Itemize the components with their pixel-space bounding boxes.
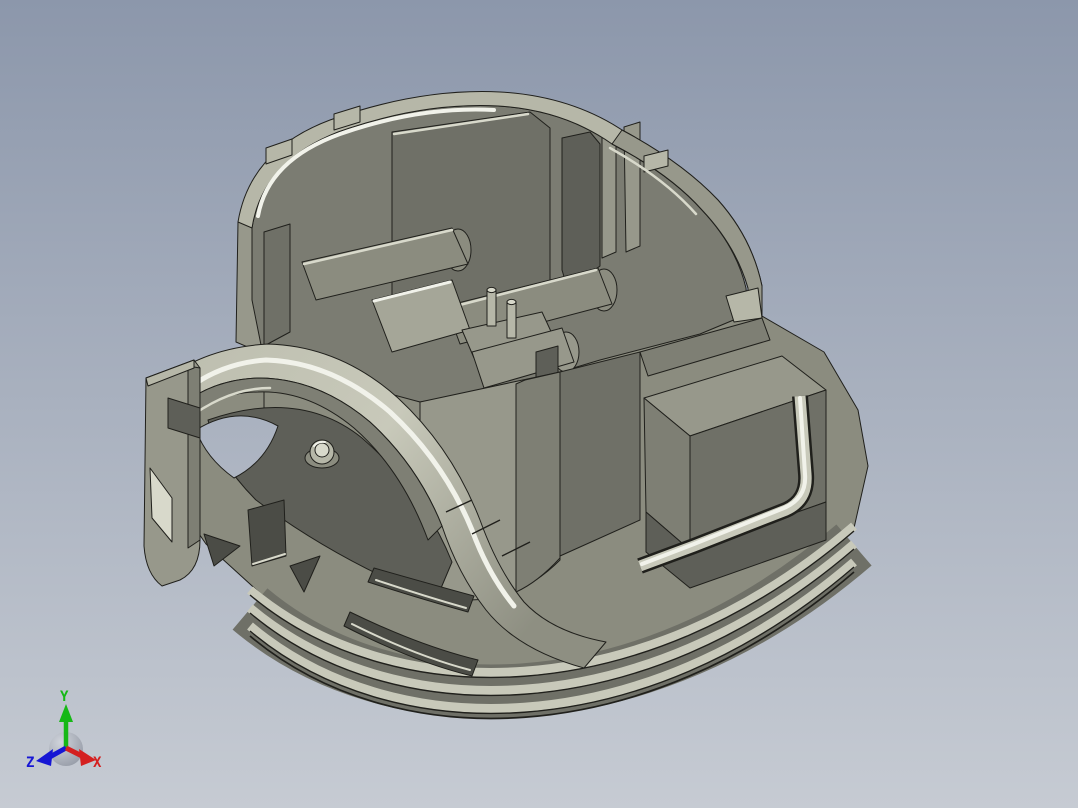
inner-wall-right[interactable] [561,131,601,291]
guide-pin-2[interactable] [506,301,517,339]
plate-right-facet [187,365,201,549]
boss-dome-top [314,442,330,458]
cad-viewport[interactable]: Y Z X [0,0,1078,808]
axis-z-label: Z [26,755,34,771]
axis-y-label: Y [60,689,69,705]
guide-pin-1[interactable] [486,289,497,327]
guide-pin-1-cap [486,286,497,294]
housing-front-wall-shade [515,371,561,593]
housing-front-wall-right[interactable] [559,351,641,557]
part-left-plate[interactable] [143,359,201,587]
inner-wall-left[interactable] [263,223,291,347]
cad-scene: Y Z X [0,0,1078,808]
axis-x-label: X [93,755,102,771]
guide-pin-2-cap [506,298,517,306]
